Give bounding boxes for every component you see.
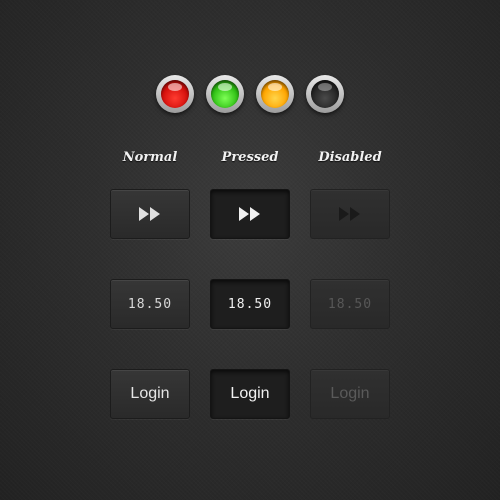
login-button-disabled: Login xyxy=(310,369,390,419)
value-field-pressed[interactable]: 18.50 xyxy=(210,279,290,329)
indicator-lights xyxy=(0,75,500,115)
column-label-pressed: Pressed xyxy=(221,150,279,165)
value-text: 18.50 xyxy=(227,296,273,312)
value-text: 18.50 xyxy=(327,296,373,312)
login-button-normal[interactable]: Login xyxy=(110,369,190,419)
value-text: 18.50 xyxy=(127,296,173,312)
fast-forward-button-pressed[interactable] xyxy=(210,189,290,239)
fast-forward-button-normal[interactable] xyxy=(110,189,190,239)
red-indicator-light xyxy=(156,75,194,113)
column-label-disabled: Disabled xyxy=(318,150,382,165)
value-field-disabled: 18.50 xyxy=(310,279,390,329)
off-indicator-light xyxy=(306,75,344,113)
column-label-normal: Normal xyxy=(122,150,178,165)
login-label: Login xyxy=(330,385,370,402)
login-button-pressed[interactable]: Login xyxy=(210,369,290,419)
login-label: Login xyxy=(130,385,170,402)
orange-indicator-light xyxy=(256,75,294,113)
fast-forward-icon xyxy=(238,206,262,222)
login-label: Login xyxy=(230,385,270,402)
fast-forward-button-disabled xyxy=(310,189,390,239)
green-indicator-light xyxy=(206,75,244,113)
value-field-normal[interactable]: 18.50 xyxy=(110,279,190,329)
fast-forward-icon xyxy=(338,206,362,222)
fast-forward-icon xyxy=(138,206,162,222)
